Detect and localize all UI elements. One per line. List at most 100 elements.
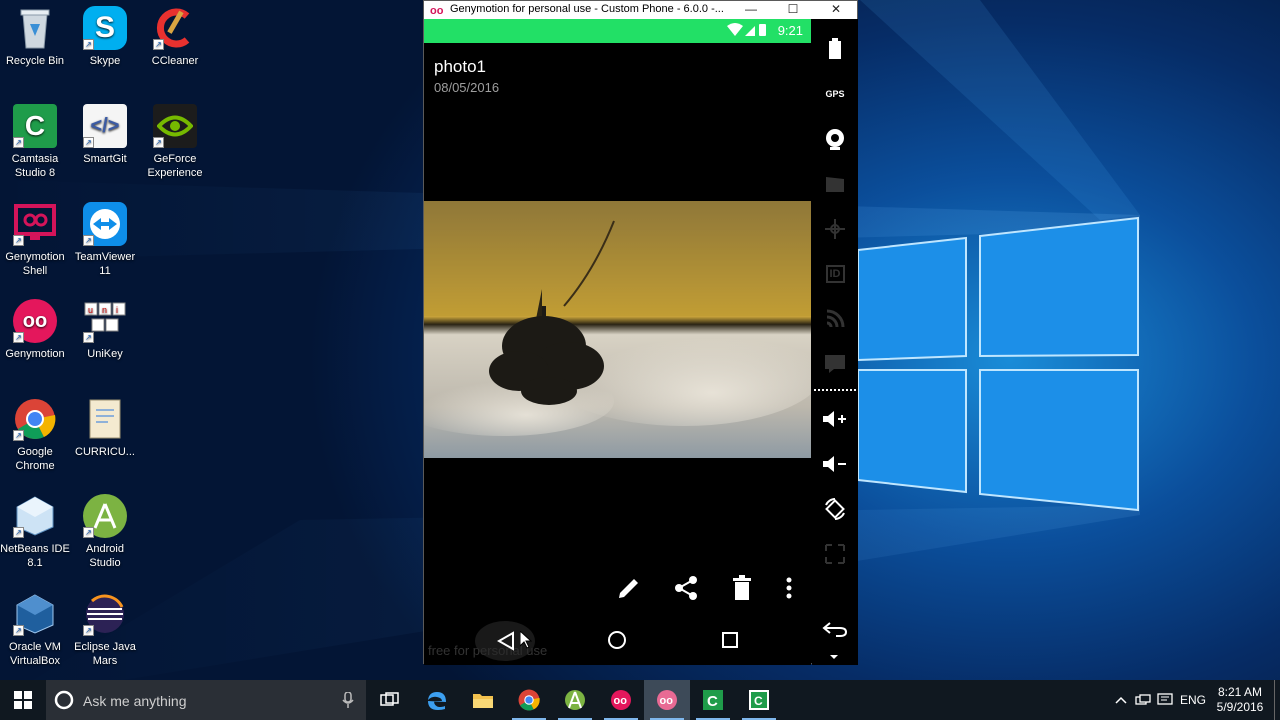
desktop-icon-netbeans[interactable]: ↗ NetBeans IDE 8.1 (0, 494, 70, 570)
photo-date: 08/05/2016 (434, 80, 500, 95)
gps-label: GPS (825, 89, 845, 99)
start-button[interactable] (0, 680, 46, 720)
desktop-icon-genymotion-shell[interactable]: ↗ Genymotion Shell (0, 202, 70, 278)
taskbar-chrome[interactable] (506, 680, 552, 720)
taskbar-android-studio[interactable] (552, 680, 598, 720)
volume-down-button[interactable] (812, 446, 858, 482)
emulator-side-panel: GPS ID (812, 19, 858, 665)
desktop-icon-ccleaner[interactable]: ↗ CCleaner (140, 6, 210, 68)
cast-widget[interactable] (812, 301, 858, 337)
maximize-button[interactable]: ☐ (773, 1, 813, 19)
microphone-icon[interactable] (342, 692, 354, 708)
camtasia-icon: C ↗ (13, 104, 57, 148)
desktop-icon-teamviewer[interactable]: ↗ TeamViewer 11 (70, 202, 140, 278)
svg-text:oo: oo (614, 695, 628, 707)
file-explorer-icon (473, 694, 493, 708)
taskbar-genymotion-player[interactable]: oo (644, 680, 690, 720)
cortana-search-box[interactable]: Ask me anything (46, 680, 366, 720)
android-studio-icon (565, 690, 585, 710)
clock-time: 8:21 AM (1217, 685, 1263, 699)
desktop-icon-curriculum[interactable]: CURRICU... (70, 397, 140, 459)
sms-widget[interactable] (812, 346, 858, 382)
desktop-icon-chrome[interactable]: ↗ Google Chrome (0, 397, 70, 473)
task-view-button[interactable] (367, 680, 413, 720)
share-icon (675, 576, 697, 600)
svg-text:i: i (116, 305, 118, 315)
move-widget[interactable] (812, 211, 858, 247)
message-icon (825, 355, 845, 373)
document-icon (83, 397, 127, 441)
svg-text:oo: oo (660, 695, 674, 707)
taskbar: Ask me anything oo oo C C ENG 8:21 AM 5/… (0, 680, 1280, 720)
minimize-button[interactable]: — (731, 1, 771, 19)
video-capture-widget[interactable] (812, 166, 858, 202)
clock-date: 5/9/2016 (1216, 700, 1264, 714)
desktop-icon-genymotion[interactable]: oo ↗ Genymotion (0, 299, 70, 361)
desktop-icon-android-studio[interactable]: ↗ Android Studio (70, 494, 140, 570)
tray-language[interactable]: ENG (1177, 680, 1209, 720)
desktop-icon-smartgit[interactable]: </> ↗ SmartGit (70, 104, 140, 166)
desktop-icon-recycle-bin[interactable]: Recycle Bin (0, 6, 70, 68)
delete-button[interactable] (727, 573, 757, 603)
svg-text:u: u (88, 305, 93, 315)
windows-icon (14, 691, 32, 709)
taskbar-camtasia-recorder[interactable]: C (736, 680, 782, 720)
svg-text:C: C (754, 694, 763, 708)
desktop-icon-label: SmartGit (83, 153, 127, 165)
taskbar-camtasia[interactable]: C (690, 680, 736, 720)
desktop-icon-geforce[interactable]: ↗ GeForce Experience (140, 104, 210, 180)
edit-button[interactable] (614, 573, 644, 603)
camtasia-recorder-icon: C (749, 690, 769, 710)
identifiers-widget[interactable]: ID (812, 256, 858, 292)
gps-widget[interactable]: GPS (812, 76, 858, 112)
taskbar-file-explorer[interactable] (460, 680, 506, 720)
taskbar-genymotion[interactable]: oo (598, 680, 644, 720)
android-nav-bar (424, 615, 811, 665)
more-options-button[interactable] (774, 573, 804, 603)
desktop-icon-unikey[interactable]: uni ↗ UniKey (70, 299, 140, 361)
show-desktop-button[interactable] (1274, 680, 1280, 720)
emulator-window[interactable]: oo Genymotion for personal use - Custom … (423, 0, 858, 665)
android-screen[interactable]: 9:21 photo1 08/05/2016 free for use (424, 19, 811, 665)
android-studio-icon: ↗ (83, 494, 127, 538)
battery-widget[interactable] (812, 31, 858, 67)
nav-recents-button[interactable] (700, 615, 760, 665)
close-button[interactable]: ✕ (816, 1, 856, 19)
volume-up-button[interactable] (812, 401, 858, 437)
mouse-cursor (519, 629, 533, 649)
show-hidden-icons-button[interactable] (1112, 680, 1130, 720)
tray-notification[interactable] (1155, 680, 1175, 720)
smartgit-icon: </> ↗ (83, 104, 127, 148)
desktop-icon-skype[interactable]: S ↗ Skype (70, 6, 140, 68)
rotate-icon (825, 498, 845, 520)
return-icon (822, 622, 848, 637)
camera-widget[interactable] (812, 121, 858, 157)
desktop-icon-label: Eclipse Java Mars (74, 641, 136, 667)
nav-home-button[interactable] (587, 615, 647, 665)
photo-image[interactable] (424, 201, 811, 458)
share-button[interactable] (671, 573, 701, 603)
emulator-title-bar[interactable]: oo Genymotion for personal use - Custom … (424, 1, 857, 19)
genymotion-shell-icon: ↗ (13, 202, 57, 246)
status-icons (727, 23, 767, 40)
desktop-icon-label: Google Chrome (15, 446, 55, 472)
desktop-icon-label: Camtasia Studio 8 (11, 153, 59, 179)
desktop-icon-label: Genymotion (5, 348, 65, 360)
back-button[interactable] (812, 611, 858, 647)
delete-icon (733, 575, 751, 600)
taskbar-edge[interactable] (414, 680, 460, 720)
tray-clock[interactable]: 8:21 AM 5/9/2016 (1212, 685, 1268, 715)
desktop-icon-label: Oracle VM VirtualBox (9, 641, 61, 667)
scale-icon (825, 544, 845, 564)
rotate-button[interactable] (812, 491, 858, 527)
tray-network[interactable] (1133, 680, 1153, 720)
chevron-up-icon (1115, 696, 1127, 704)
scroll-down-icon[interactable] (830, 655, 838, 659)
chrome-icon (518, 689, 540, 711)
scale-button[interactable] (812, 536, 858, 572)
desktop-icon-eclipse[interactable]: ↗ Eclipse Java Mars (70, 592, 140, 668)
virtualbox-icon: ↗ (13, 592, 57, 636)
desktop-icon-virtualbox[interactable]: ↗ Oracle VM VirtualBox (0, 592, 70, 668)
desktop-icon-camtasia[interactable]: C ↗ Camtasia Studio 8 (0, 104, 70, 180)
ccleaner-icon: ↗ (153, 6, 197, 50)
